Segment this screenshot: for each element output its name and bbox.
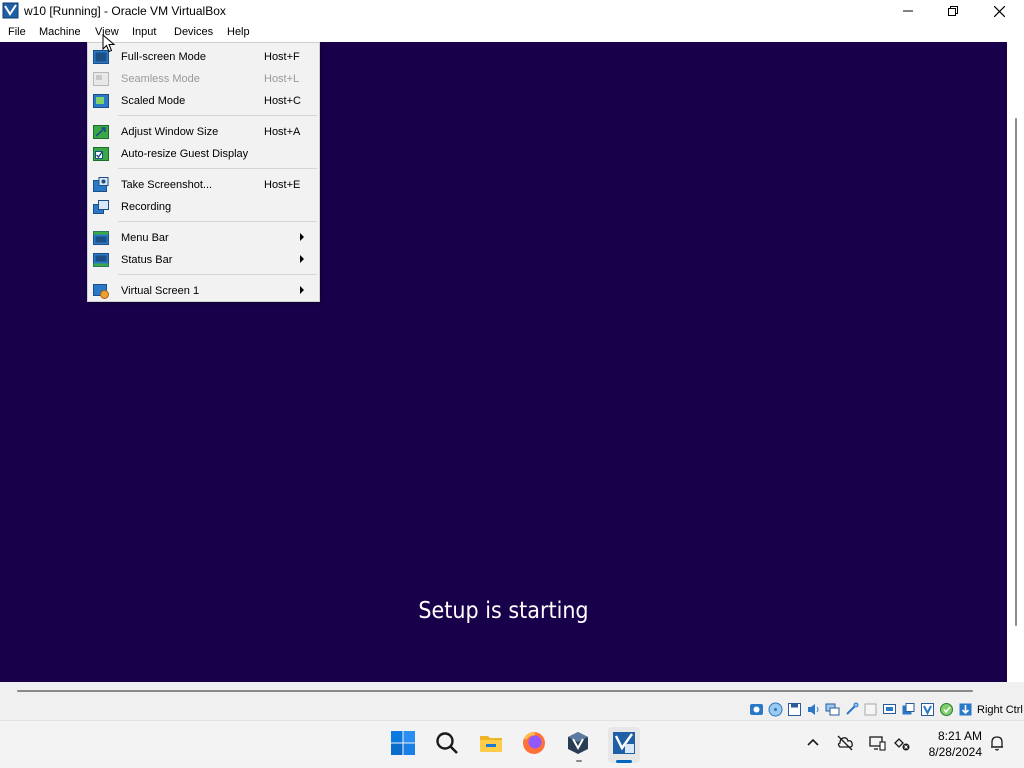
menu-item-recording[interactable]: Recording — [88, 196, 319, 218]
menu-item-label: Auto-resize Guest Display — [121, 148, 249, 160]
taskbar-clock[interactable]: 8:21 AM 8/28/2024 — [920, 728, 982, 760]
menu-bar: File Machine View Input Devices Help — [0, 22, 1024, 42]
menu-item-shortcut: Host+E — [264, 179, 301, 191]
menu-item-label: Menu Bar — [121, 232, 169, 244]
submenu-arrow-icon — [300, 286, 304, 294]
minimize-icon — [903, 10, 913, 12]
clock-time: 8:21 AM — [937, 729, 982, 743]
chevron-up-icon[interactable] — [804, 734, 822, 752]
cloud-offline-icon[interactable] — [836, 734, 854, 752]
adjust-window-icon — [93, 125, 109, 139]
menu-item-label: Take Screenshot... — [121, 179, 213, 191]
menu-item-shortcut: Host+C — [264, 95, 301, 107]
optical-drive-icon[interactable] — [768, 702, 783, 717]
menu-item-shortcut: Host+F — [264, 51, 300, 63]
menu-item-label: Adjust Window Size — [121, 126, 219, 138]
minimize-button[interactable] — [885, 0, 931, 22]
view-menu-dropdown: Full-screen Mode Host+F Seamless Mode Ho… — [87, 42, 320, 302]
menu-item-fullscreen-mode[interactable]: Full-screen Mode Host+F — [88, 46, 319, 68]
menu-file[interactable]: File — [8, 26, 26, 38]
running-indicator — [576, 760, 582, 762]
file-explorer-icon[interactable] — [478, 730, 504, 756]
virtual-screen-icon — [93, 284, 109, 299]
mouse-integration-icon[interactable] — [958, 702, 973, 717]
auto-resize-checkbox-icon — [93, 147, 109, 161]
menu-input[interactable]: Input — [132, 26, 156, 38]
restore-icon — [948, 6, 958, 16]
menu-item-shortcut: Host+L — [264, 73, 300, 85]
seamless-icon — [93, 72, 109, 86]
recording-icon — [93, 200, 109, 214]
mouse-cursor-icon — [102, 34, 116, 53]
menu-item-label: Full-screen Mode — [121, 51, 206, 63]
window-title: w10 [Running] - Oracle VM VirtualBox — [24, 4, 226, 18]
usb-icon[interactable] — [844, 702, 859, 717]
menu-item-auto-resize-guest-display[interactable]: Auto-resize Guest Display — [88, 143, 319, 165]
menu-item-label: Seamless Mode — [121, 73, 200, 85]
virtualbox-app-icon — [2, 2, 19, 19]
network-disconnected-icon[interactable] — [893, 734, 911, 752]
menu-separator — [118, 221, 317, 222]
menu-help[interactable]: Help — [227, 26, 250, 38]
menu-devices[interactable]: Devices — [174, 26, 213, 38]
close-icon — [993, 5, 1005, 17]
menu-item-shortcut: Host+A — [264, 126, 301, 138]
notification-bell-icon[interactable] — [988, 734, 1006, 752]
menu-separator — [118, 168, 317, 169]
guest-additions-icon[interactable] — [939, 702, 954, 717]
close-button[interactable] — [976, 0, 1022, 22]
title-bar[interactable]: w10 [Running] - Oracle VM VirtualBox — [0, 0, 1024, 22]
windows-start-icon[interactable] — [390, 730, 416, 756]
menu-item-virtual-screen-1[interactable]: Virtual Screen 1 — [88, 280, 319, 302]
menu-separator — [118, 274, 317, 275]
menu-item-label: Virtual Screen 1 — [121, 285, 200, 297]
submenu-arrow-icon — [300, 255, 304, 263]
setup-message: Setup is starting — [418, 598, 589, 624]
firefox-icon[interactable] — [521, 730, 547, 756]
menu-item-adjust-window-size[interactable]: Adjust Window Size Host+A — [88, 121, 319, 143]
virtualbox-manager-icon[interactable] — [565, 730, 591, 756]
display-icon[interactable] — [882, 702, 897, 717]
search-icon[interactable] — [434, 730, 460, 756]
menu-item-label: Scaled Mode — [121, 95, 186, 107]
floppy-icon[interactable] — [787, 702, 802, 717]
host-key-label: Right Ctrl — [977, 704, 1023, 716]
menu-machine[interactable]: Machine — [39, 26, 81, 38]
network-icon[interactable] — [825, 702, 840, 717]
vertical-scroll-thumb[interactable] — [1015, 118, 1017, 626]
menu-separator — [118, 115, 317, 116]
menu-item-label: Status Bar — [121, 254, 173, 266]
audio-icon[interactable] — [806, 702, 821, 717]
screenshot-icon — [93, 177, 109, 192]
restore-button[interactable] — [930, 0, 976, 22]
scaled-icon — [93, 94, 109, 108]
hard-disk-icon[interactable] — [749, 702, 764, 717]
display-settings-icon[interactable] — [868, 734, 886, 752]
menu-item-label: Recording — [121, 201, 172, 213]
active-app-indicator — [616, 760, 632, 763]
submenu-arrow-icon — [300, 233, 304, 241]
virtualbox-vm-icon[interactable] — [611, 730, 637, 756]
menu-item-seamless-mode: Seamless Mode Host+L — [88, 68, 319, 90]
shared-folders-icon[interactable] — [863, 702, 878, 717]
menu-item-status-bar[interactable]: Status Bar — [88, 249, 319, 271]
menu-bar-icon — [93, 231, 109, 245]
menu-item-take-screenshot[interactable]: Take Screenshot... Host+E — [88, 174, 319, 196]
video-capture-icon[interactable] — [901, 702, 916, 717]
clock-date: 8/28/2024 — [928, 745, 982, 759]
menu-item-menu-bar[interactable]: Menu Bar — [88, 227, 319, 249]
horizontal-scroll-thumb[interactable] — [17, 690, 973, 692]
menu-item-scaled-mode[interactable]: Scaled Mode Host+C — [88, 90, 319, 112]
virtualization-icon[interactable] — [920, 702, 935, 717]
status-bar-icon — [93, 253, 109, 267]
